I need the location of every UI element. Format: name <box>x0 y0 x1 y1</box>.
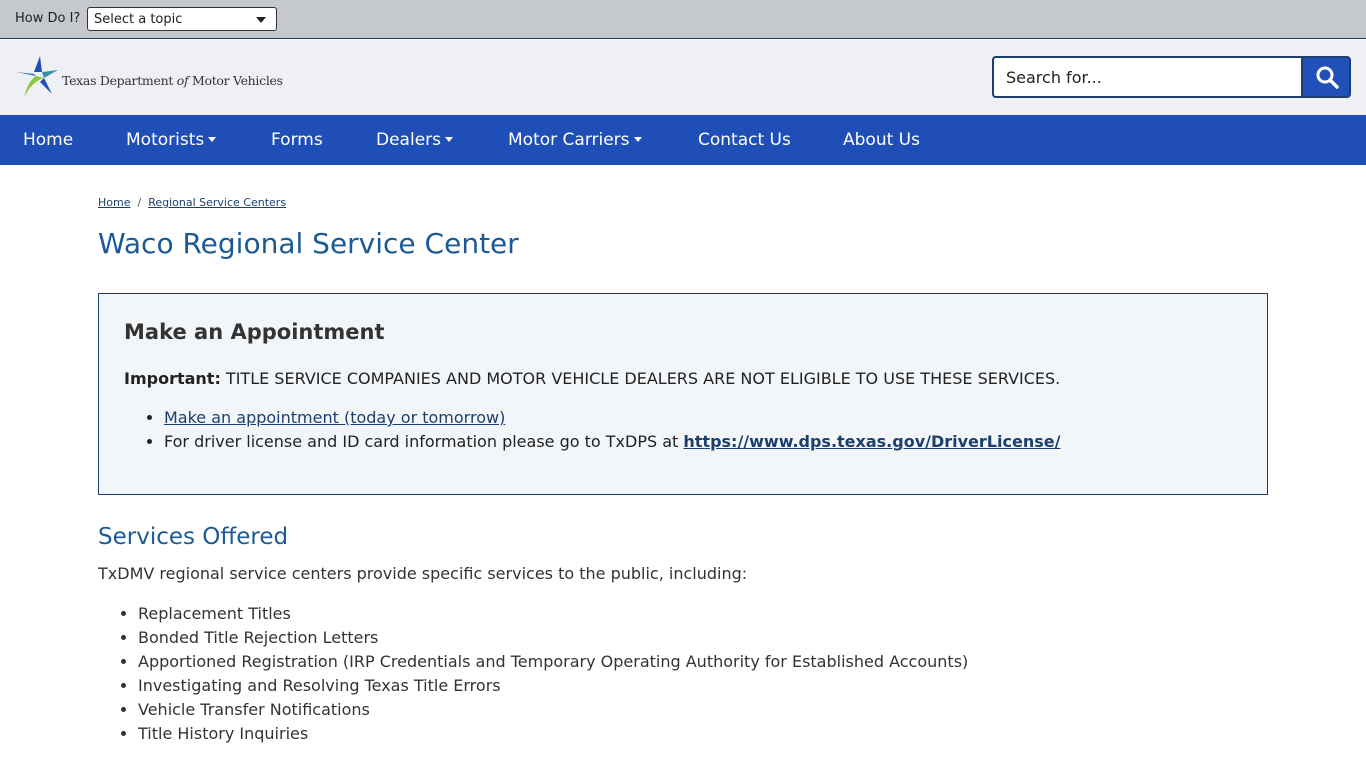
services-intro: TxDMV regional service centers provide s… <box>98 564 748 583</box>
important-notice: Important: TITLE SERVICE COMPANIES AND M… <box>124 369 1061 388</box>
appointment-title: Make an Appointment <box>124 320 385 344</box>
list-item: Replacement Titles <box>138 604 968 628</box>
main-nav: Home Motorists Forms Dealers Motor Carri… <box>0 115 1366 165</box>
star-logo-icon <box>16 56 58 98</box>
breadcrumb: Home / Regional Service Centers <box>98 196 286 209</box>
nav-dealers[interactable]: Dealers <box>376 115 453 165</box>
page-title: Waco Regional Service Center <box>98 227 519 260</box>
search-input[interactable] <box>992 56 1302 98</box>
nav-forms[interactable]: Forms <box>271 115 323 165</box>
topic-select[interactable]: Select a topic <box>87 7 277 31</box>
search-button[interactable] <box>1301 56 1351 98</box>
list-item: Bonded Title Rejection Letters <box>138 628 968 652</box>
list-item: For driver license and ID card informati… <box>164 432 1060 456</box>
chevron-down-icon <box>256 17 266 23</box>
caret-down-icon <box>208 137 217 142</box>
appointment-panel: Make an Appointment Important: TITLE SER… <box>98 293 1268 495</box>
caret-down-icon <box>633 137 642 142</box>
txdmv-logo[interactable]: Texas Department of Motor Vehicles <box>14 54 283 100</box>
caret-down-icon <box>445 137 453 142</box>
list-item: Investigating and Resolving Texas Title … <box>138 676 968 700</box>
nav-motor-carriers[interactable]: Motor Carriers <box>508 115 642 165</box>
list-item: Make an appointment (today or tomorrow) <box>164 408 1060 432</box>
services-list: Replacement Titles Bonded Title Rejectio… <box>138 604 968 748</box>
list-item: Apportioned Registration (IRP Credential… <box>138 652 968 676</box>
nav-contact-us[interactable]: Contact Us <box>698 115 791 165</box>
list-item: Vehicle Transfer Notifications <box>138 700 968 724</box>
nav-motorists[interactable]: Motorists <box>126 115 217 165</box>
nav-about-us[interactable]: About Us <box>843 115 920 165</box>
make-appointment-link[interactable]: Make an appointment (today or tomorrow) <box>164 408 505 427</box>
list-item: Title History Inquiries <box>138 724 968 748</box>
breadcrumb-home-link[interactable]: Home <box>98 196 130 209</box>
utility-bar: How Do I? Select a topic <box>0 0 1366 39</box>
how-do-i-label: How Do I? <box>15 11 81 26</box>
site-header: Texas Department of Motor Vehicles <box>0 40 1366 115</box>
breadcrumb-separator: / <box>137 196 142 209</box>
breadcrumb-regional-link[interactable]: Regional Service Centers <box>148 196 286 209</box>
dps-driver-license-link[interactable]: https://www.dps.texas.gov/DriverLicense/ <box>683 432 1060 451</box>
search-icon <box>1316 66 1339 89</box>
logo-text: Texas Department of Motor Vehicles <box>62 73 283 88</box>
nav-home[interactable]: Home <box>23 115 73 165</box>
appointment-list: Make an appointment (today or tomorrow) … <box>164 408 1060 456</box>
topic-select-value: Select a topic <box>94 12 183 27</box>
services-title: Services Offered <box>98 524 289 550</box>
